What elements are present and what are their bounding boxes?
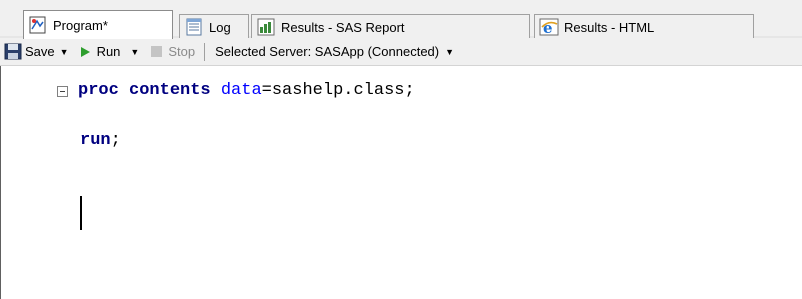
save-button-label: Save (25, 44, 55, 59)
run-button[interactable]: Run ▼ (75, 41, 146, 63)
svg-text:e: e (543, 19, 553, 36)
stop-square-icon (151, 46, 163, 57)
chevron-down-icon[interactable]: ▼ (130, 47, 139, 57)
code-line-2: run; (80, 131, 121, 150)
stop-button-label: Stop (168, 44, 196, 59)
editor-toolbar: Save ▼ Run ▼ Stop Selected Server: SASAp… (0, 38, 802, 66)
run-play-icon (80, 46, 90, 57)
chevron-down-icon[interactable]: ▼ (60, 47, 69, 57)
save-button[interactable]: Save ▼ (2, 41, 75, 63)
tab-results-sas-report-label: Results - SAS Report (281, 19, 405, 35)
tab-strip: Program* Log Results - SAS Report e Resu… (0, 0, 802, 39)
server-selector-label: Selected Server: SASApp (Connected) (215, 44, 440, 59)
sas-report-icon (257, 18, 275, 36)
tab-results-html[interactable]: e Results - HTML (534, 14, 754, 39)
tab-program-label: Program* (53, 17, 108, 33)
tab-results-html-label: Results - HTML (564, 19, 655, 35)
code-line-1: proc contents data=sashelp.class; (78, 81, 415, 100)
toolbar-separator (204, 42, 206, 61)
run-button-label: Run (96, 44, 121, 59)
tab-program[interactable]: Program* (23, 10, 173, 39)
tab-log-label: Log (209, 19, 231, 35)
ie-icon: e (539, 18, 559, 36)
floppy-disk-icon (4, 43, 22, 60)
server-selector[interactable]: Selected Server: SASApp (Connected) ▼ (213, 41, 460, 63)
program-icon (29, 16, 46, 34)
stop-button[interactable]: Stop (145, 41, 197, 63)
text-cursor (80, 196, 82, 230)
chevron-down-icon[interactable]: ▼ (445, 47, 454, 57)
tab-results-sas-report[interactable]: Results - SAS Report (251, 14, 530, 39)
tab-log[interactable]: Log (179, 14, 249, 39)
collapse-icon[interactable] (57, 86, 68, 97)
code-editor[interactable] (0, 66, 802, 299)
log-icon (186, 18, 202, 36)
